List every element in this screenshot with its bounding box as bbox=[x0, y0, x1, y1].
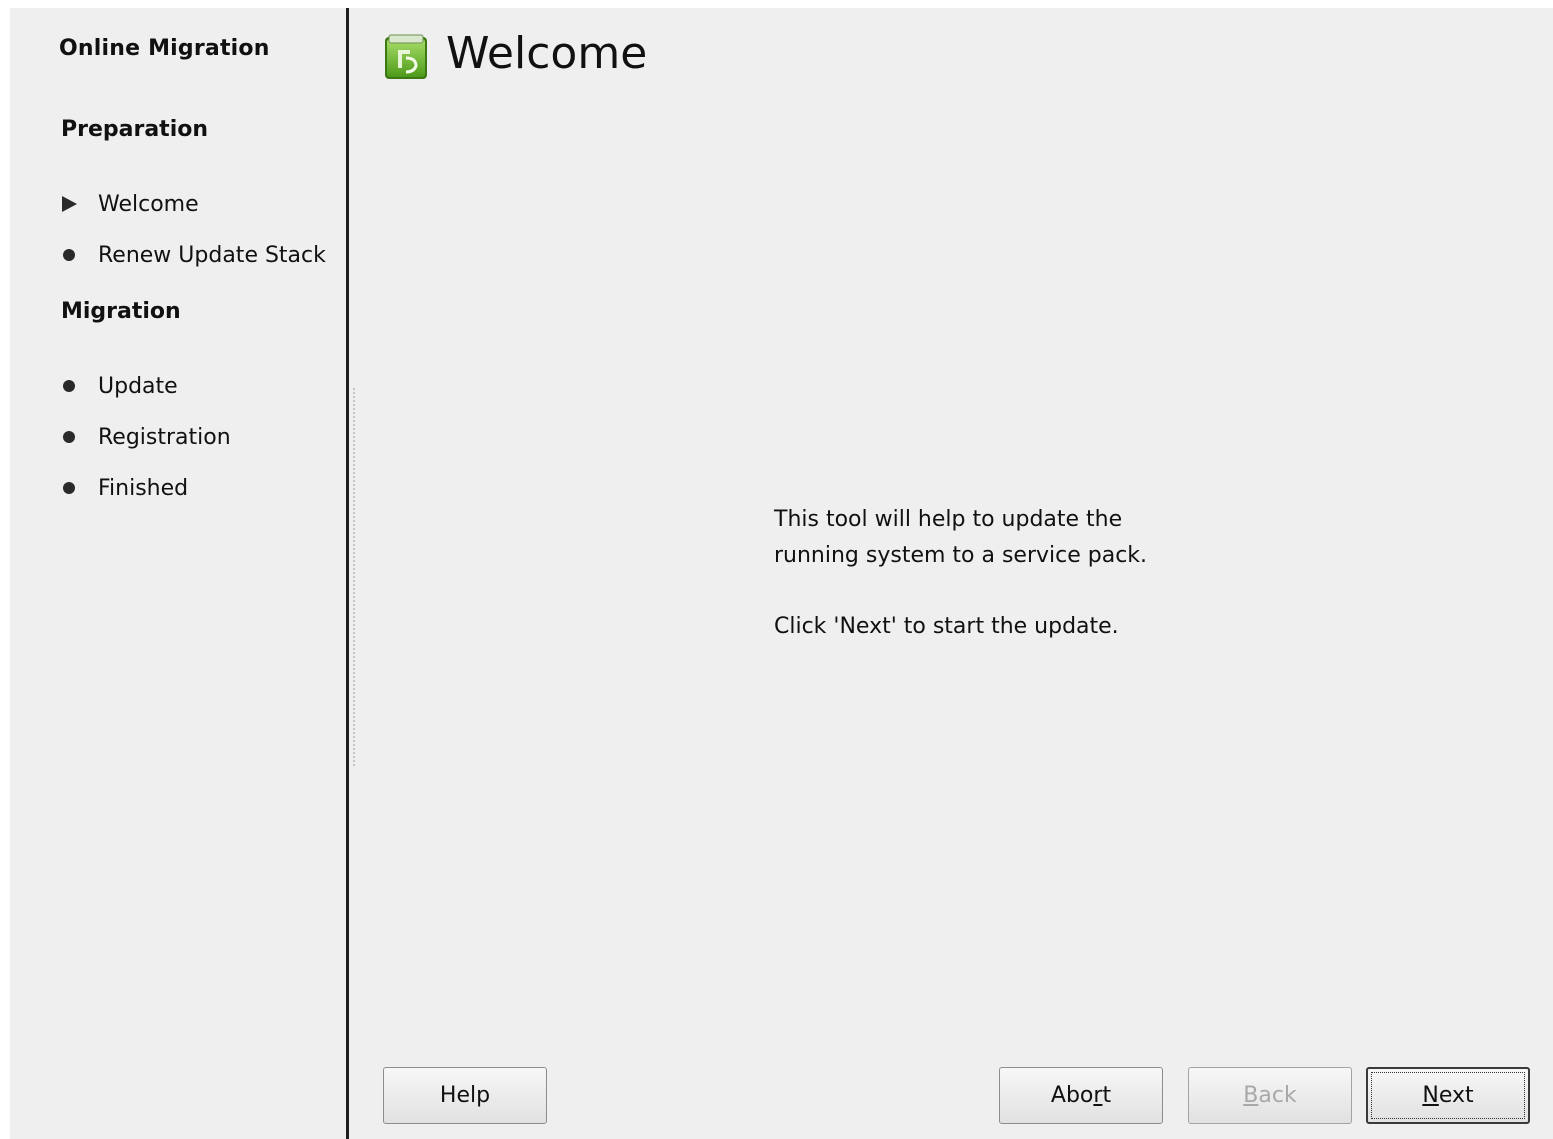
page-title: Welcome bbox=[446, 28, 648, 79]
section-title-preparation: Preparation bbox=[61, 117, 209, 142]
bullet-icon bbox=[63, 482, 75, 494]
help-button-label: Help bbox=[439, 1083, 491, 1108]
message-line: Click 'Next' to start the update. bbox=[774, 614, 1119, 639]
app-title: Online Migration bbox=[59, 36, 270, 61]
step-label: Renew Update Stack bbox=[98, 242, 326, 268]
abort-button[interactable]: Abo r t bbox=[999, 1067, 1163, 1124]
migration-wizard-window: Online Migration Preparation Welcome Ren… bbox=[10, 8, 1553, 1139]
pane-resize-handle[interactable] bbox=[353, 388, 355, 768]
section-title-migration: Migration bbox=[61, 299, 181, 324]
step-finished[interactable]: Finished bbox=[61, 473, 188, 503]
step-label: Update bbox=[98, 373, 178, 399]
back-button[interactable]: Back bbox=[1188, 1067, 1352, 1124]
message-line: running system to a service pack. bbox=[774, 543, 1148, 568]
step-label: Welcome bbox=[98, 191, 199, 217]
sidebar-divider bbox=[346, 8, 349, 1139]
step-update[interactable]: Update bbox=[61, 371, 178, 401]
step-label: Finished bbox=[98, 475, 189, 501]
bullet-icon bbox=[63, 249, 75, 261]
mnemonic: N bbox=[1422, 1083, 1439, 1108]
help-button[interactable]: Help bbox=[383, 1067, 547, 1124]
welcome-message: This tool will help to update the runnin… bbox=[774, 502, 1147, 645]
bullet-icon bbox=[63, 380, 75, 392]
step-welcome[interactable]: Welcome bbox=[61, 189, 199, 219]
step-label: Registration bbox=[98, 424, 231, 450]
current-step-arrow-icon bbox=[62, 196, 77, 212]
step-registration[interactable]: Registration bbox=[61, 422, 231, 452]
steps-sidebar: Online Migration Preparation Welcome Ren… bbox=[10, 8, 346, 1139]
mnemonic: B bbox=[1243, 1083, 1259, 1108]
mnemonic: r bbox=[1093, 1083, 1103, 1108]
step-renew-update-stack[interactable]: Renew Update Stack bbox=[61, 240, 326, 270]
yast-update-icon bbox=[385, 34, 427, 79]
bullet-icon bbox=[63, 431, 75, 443]
message-line: This tool will help to update the bbox=[774, 507, 1123, 532]
next-button[interactable]: Next bbox=[1366, 1067, 1530, 1124]
